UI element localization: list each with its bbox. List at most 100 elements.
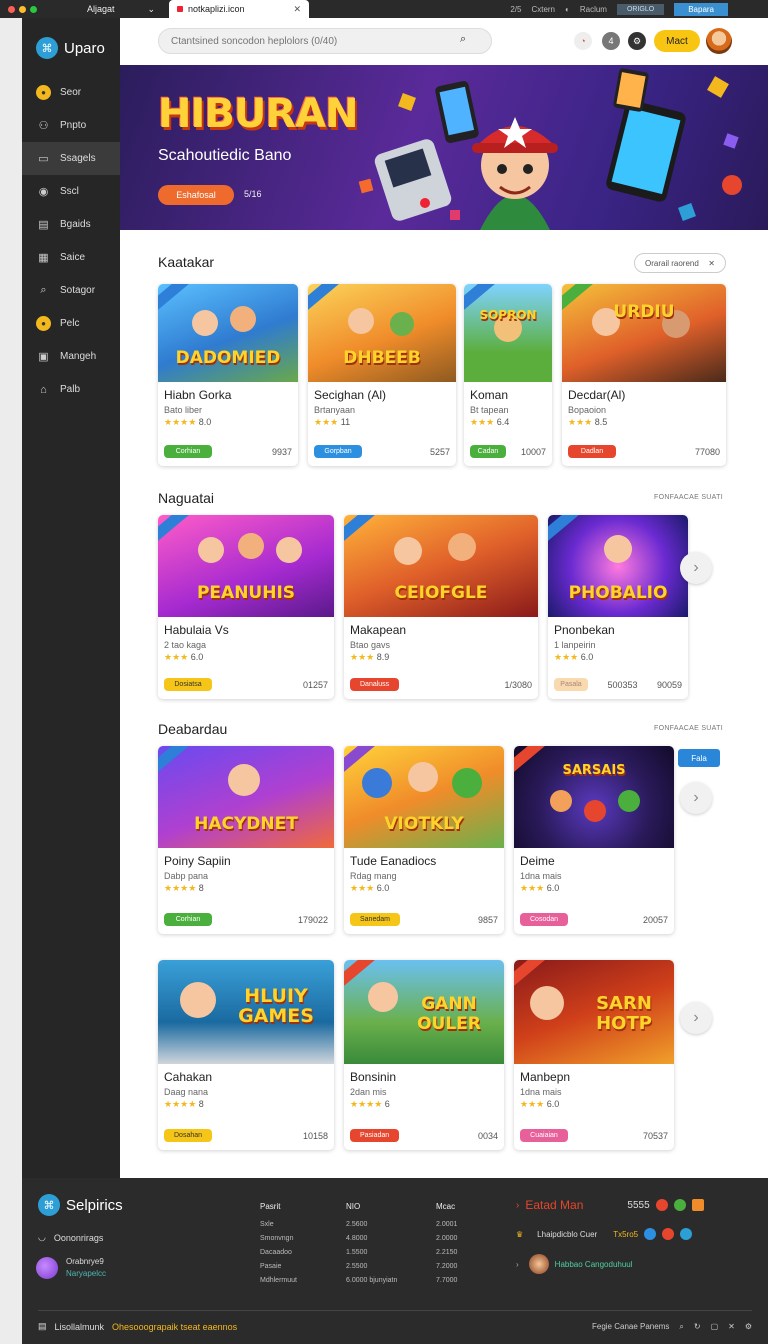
card-info: Manbepn 1dna mais ★★★ 6.0: [514, 1064, 674, 1110]
user-avatar[interactable]: [706, 28, 732, 54]
sidebar-brand[interactable]: ⌘ Uparo: [22, 18, 120, 66]
sidebar-item-label: Mangeh: [60, 351, 97, 362]
sidebar-item[interactable]: ⚇ Pnpto: [22, 109, 120, 142]
instagram-icon[interactable]: [662, 1228, 675, 1240]
close-icon[interactable]: ✕: [728, 1322, 735, 1332]
category-tag[interactable]: Pasiadan: [350, 1129, 400, 1142]
footer-cell[interactable]: Dacaadoo: [260, 1246, 297, 1260]
footer-bottom-link[interactable]: Ohesooograpaik tseat eaennos: [112, 1322, 237, 1332]
filter-label: Orarail raorend: [645, 258, 699, 268]
carousel-next-button[interactable]: ›: [680, 552, 712, 584]
search-icon[interactable]: ⌕: [679, 1322, 683, 1332]
category-tag[interactable]: Corhian: [164, 445, 212, 458]
category-tag[interactable]: Corhian: [164, 913, 212, 926]
maximize-window-icon[interactable]: [30, 5, 37, 13]
sidebar-item[interactable]: ⌕ Sotagor: [22, 274, 120, 307]
sidebar-item[interactable]: ▣ Mangeh: [22, 340, 120, 373]
see-all-link[interactable]: FONFAACAE SUATI: [654, 725, 723, 732]
category-tag[interactable]: Dosiatsa: [164, 678, 212, 691]
character-figure: [448, 533, 476, 561]
game-card[interactable]: HACYDNET Poiny Sapiin Dabp pana ★★★★ 8 C…: [158, 746, 334, 934]
close-window-icon[interactable]: [8, 5, 15, 13]
carousel-next-button[interactable]: ›: [680, 1002, 712, 1034]
footer-brand[interactable]: ⌘ Selpirics: [38, 1194, 123, 1216]
toolbar-item[interactable]: Raclum: [580, 5, 607, 14]
toolbar-item[interactable]: Cxtern: [531, 5, 555, 14]
notification-badge[interactable]: 4: [602, 32, 620, 50]
game-card[interactable]: SARSAIS Deime 1dna mais ★★★ 6.0 Cosodan …: [514, 746, 674, 934]
game-card[interactable]: SARN HOTP Manbepn 1dna mais ★★★ 6.0 Cuai…: [514, 960, 674, 1150]
filter-chip[interactable]: Orarail raorend ✕: [634, 253, 726, 273]
category-tag[interactable]: Dadlan: [568, 445, 616, 458]
game-card[interactable]: CEIOFGLE Makapean Btao gavs ★★★ 8.9 Dana…: [344, 515, 538, 699]
category-tag[interactable]: Sanedam: [350, 913, 400, 926]
category-tag[interactable]: Cuaiaian: [520, 1129, 568, 1142]
browser-tab-active[interactable]: notkaplizi.icon ✕: [169, 0, 309, 18]
close-tab-icon[interactable]: ✕: [293, 4, 301, 15]
close-icon[interactable]: ✕: [708, 259, 715, 268]
footer-stats-label[interactable]: Habbao Cangoduhuul: [555, 1260, 633, 1269]
game-card[interactable]: SOPRON Koman Bt tapean ★★★ 6.4 Cadan 100…: [464, 284, 552, 466]
new-badge[interactable]: Fala: [678, 749, 720, 767]
footer-link[interactable]: ◡ Oononrirags: [38, 1232, 103, 1243]
category-tag[interactable]: Dosahan: [164, 1129, 213, 1142]
game-thumbnail: CEIOFGLE: [344, 515, 538, 617]
sidebar-item[interactable]: ⌂ Palb: [22, 373, 120, 406]
footer-cell[interactable]: Sxle: [260, 1218, 297, 1232]
carousel-next-button[interactable]: ›: [680, 782, 712, 814]
category-tag[interactable]: Cosodan: [520, 913, 569, 926]
arrow-right-icon: ›: [516, 1199, 520, 1211]
sidebar-item[interactable]: ◉ Sscl: [22, 175, 120, 208]
sidebar-item-active[interactable]: ▭ Ssagels: [22, 142, 120, 175]
info-icon[interactable]: ◐: [565, 5, 570, 14]
settings-icon[interactable]: ⚙: [628, 32, 646, 50]
footer-cell[interactable]: Pasaie: [260, 1260, 297, 1274]
game-card[interactable]: HLUIY GAMES Cahakan Daag nana ★★★★ 8 Dos…: [158, 960, 334, 1150]
window-controls[interactable]: [0, 5, 45, 13]
footer-user[interactable]: Orabnrye9 Naryapelcc: [36, 1256, 106, 1280]
category-tag[interactable]: Gorpban: [314, 445, 362, 458]
sidebar-item-label: Palb: [60, 384, 81, 395]
game-card[interactable]: VIOTKLY Tude Eanadiocs Rdag mang ★★★ 6.0…: [344, 746, 504, 934]
search-input[interactable]: [158, 28, 492, 54]
browser-tab-inactive[interactable]: Aljagat ⌄: [45, 0, 163, 18]
card-info: Tude Eanadiocs Rdag mang ★★★ 6.0: [344, 848, 504, 894]
game-name: Koman: [470, 388, 509, 402]
store-icon[interactable]: [691, 1199, 704, 1211]
refresh-icon[interactable]: ↻: [694, 1322, 701, 1332]
game-card[interactable]: DADOMIED Hiabn Gorka Bato liber ★★★★ 8.0…: [158, 284, 298, 466]
chevron-down-icon[interactable]: ⌄: [147, 4, 163, 15]
toolbar-button[interactable]: ORIGLO: [616, 3, 665, 15]
toolbar-primary-button[interactable]: Bapara: [674, 2, 728, 16]
game-card[interactable]: URDIU Decdar(Al) Bopaoion ★★★ 8.5 Dadlan…: [562, 284, 726, 466]
see-all-link[interactable]: FONFAACAE SUATI: [654, 494, 723, 501]
window-icon[interactable]: ▢: [711, 1322, 719, 1332]
youtube-icon[interactable]: [655, 1199, 668, 1211]
start-button[interactable]: Mact: [654, 30, 700, 52]
footer-bottom-label[interactable]: Fegie Canae Panems: [592, 1322, 669, 1332]
category-tag[interactable]: Pasala: [554, 678, 588, 691]
hero-banner[interactable]: HIBURAN Scahoutiedic Bano Eshafosal 5/16: [120, 65, 768, 230]
toolbar-item[interactable]: 2/5: [510, 5, 521, 14]
minimize-window-icon[interactable]: [19, 5, 26, 13]
game-card[interactable]: PHOBALIO Pnonbekan 1 lanpeirin ★★★ 6.0 P…: [548, 515, 688, 699]
sidebar-item[interactable]: ● Seor: [22, 76, 120, 109]
settings-icon[interactable]: ⚙: [745, 1322, 752, 1332]
sidebar-item[interactable]: ● Pelc: [22, 307, 120, 340]
sidebar-item[interactable]: ▤ Bgaids: [22, 208, 120, 241]
footer-cell[interactable]: Smonvngn: [260, 1232, 297, 1246]
category-tag[interactable]: Cadan: [470, 445, 506, 458]
notification-icon[interactable]: ◔: [574, 32, 592, 50]
game-card[interactable]: DHBEEB Secighan (Al) Brtanyaan ★★★ 11 Go…: [308, 284, 456, 466]
search-icon[interactable]: ⌕: [460, 33, 466, 46]
sidebar-item[interactable]: ▦ Saice: [22, 241, 120, 274]
star-icon: ★★★★: [350, 1099, 383, 1109]
twitter-icon[interactable]: [680, 1228, 693, 1240]
whatsapp-icon[interactable]: [673, 1199, 686, 1211]
hero-cta-button[interactable]: Eshafosal: [158, 185, 234, 205]
footer-cell[interactable]: Mdhlermuut: [260, 1274, 297, 1288]
facebook-icon[interactable]: [644, 1228, 657, 1240]
game-card[interactable]: GANN OULER Bonsinin 2dan mis ★★★★ 6 Pasi…: [344, 960, 504, 1150]
category-tag[interactable]: Danaluss: [350, 678, 400, 691]
game-card[interactable]: PEANUHIS Habulaia Vs 2 tao kaga ★★★ 6.0 …: [158, 515, 334, 699]
